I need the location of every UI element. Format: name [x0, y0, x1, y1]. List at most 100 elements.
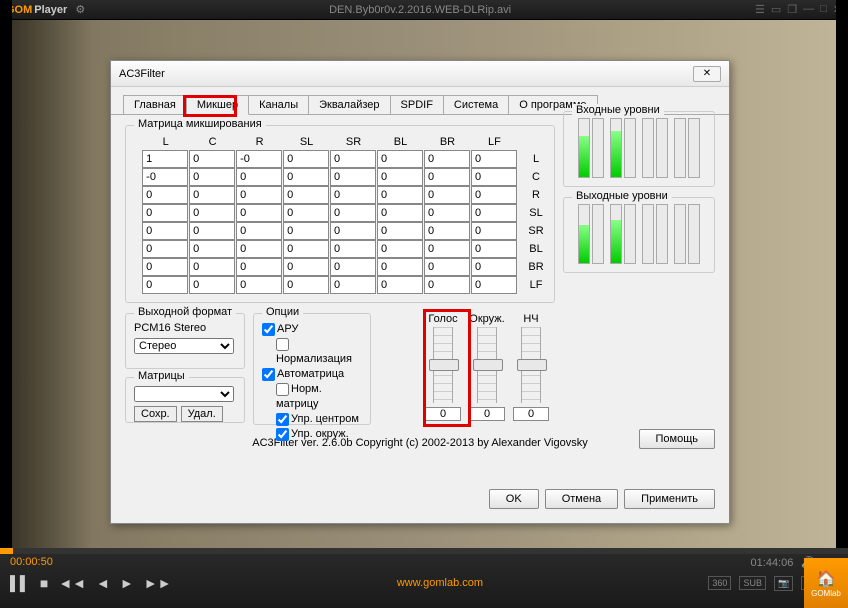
tab-spdif[interactable]: SPDIF [390, 95, 444, 114]
surround-slider[interactable] [477, 327, 497, 403]
matrix-cell-4-6[interactable] [424, 222, 470, 240]
dialog-close-button[interactable]: ✕ [693, 66, 721, 82]
prev-button[interactable]: ◄◄ [58, 575, 86, 591]
matrix-cell-4-5[interactable] [377, 222, 423, 240]
btn-screenshot[interactable]: 📷 [774, 576, 793, 591]
matrix-cell-1-7[interactable] [471, 168, 517, 186]
matrix-cell-2-3[interactable] [283, 186, 329, 204]
settings-icon[interactable]: ⚙ [75, 3, 85, 16]
matrix-cell-5-2[interactable] [236, 240, 282, 258]
matrix-cell-2-5[interactable] [377, 186, 423, 204]
matrix-cell-6-7[interactable] [471, 258, 517, 276]
matrix-preset-select[interactable] [134, 386, 234, 402]
matrix-cell-7-1[interactable] [189, 276, 235, 294]
matrix-cell-0-0[interactable] [142, 150, 188, 168]
matrix-cell-7-0[interactable] [142, 276, 188, 294]
apply-button[interactable]: Применить [624, 489, 715, 509]
matrix-cell-3-0[interactable] [142, 204, 188, 222]
opt-surround-checkbox[interactable] [276, 428, 289, 441]
voice-slider[interactable] [433, 327, 453, 403]
matrix-cell-1-1[interactable] [189, 168, 235, 186]
matrix-cell-5-5[interactable] [377, 240, 423, 258]
matrix-cell-6-5[interactable] [377, 258, 423, 276]
delete-matrix-button[interactable]: Удал. [181, 406, 223, 422]
matrix-cell-2-6[interactable] [424, 186, 470, 204]
matrix-cell-6-4[interactable] [330, 258, 376, 276]
opt-norm-matrix-checkbox[interactable] [276, 383, 289, 396]
matrix-cell-1-5[interactable] [377, 168, 423, 186]
maximize-icon[interactable]: □ [820, 3, 827, 16]
matrix-cell-1-0[interactable] [142, 168, 188, 186]
voice-value-input[interactable] [425, 407, 461, 421]
tab-channels[interactable]: Каналы [248, 95, 309, 114]
matrix-cell-0-5[interactable] [377, 150, 423, 168]
tab-eq[interactable]: Эквалайзер [308, 95, 390, 114]
matrix-cell-5-0[interactable] [142, 240, 188, 258]
matrix-cell-5-6[interactable] [424, 240, 470, 258]
matrix-cell-0-1[interactable] [189, 150, 235, 168]
opt-center-checkbox[interactable] [276, 413, 289, 426]
lfe-slider[interactable] [521, 327, 541, 403]
pause-button[interactable]: ▌▌ [10, 575, 30, 591]
matrix-cell-3-2[interactable] [236, 204, 282, 222]
forward-button[interactable]: ► [120, 575, 134, 591]
matrix-cell-3-5[interactable] [377, 204, 423, 222]
window-btn-3[interactable]: ❐ [787, 3, 797, 16]
tab-main[interactable]: Главная [123, 95, 187, 114]
matrix-cell-3-3[interactable] [283, 204, 329, 222]
matrix-cell-3-1[interactable] [189, 204, 235, 222]
matrix-cell-6-2[interactable] [236, 258, 282, 276]
matrix-cell-4-7[interactable] [471, 222, 517, 240]
btn-360[interactable]: 360 [708, 576, 731, 590]
seek-bar[interactable] [0, 548, 848, 554]
matrix-cell-0-2[interactable] [236, 150, 282, 168]
matrix-cell-2-0[interactable] [142, 186, 188, 204]
matrix-cell-7-7[interactable] [471, 276, 517, 294]
matrix-cell-0-4[interactable] [330, 150, 376, 168]
matrix-cell-6-3[interactable] [283, 258, 329, 276]
stop-button[interactable]: ■ [40, 575, 48, 591]
matrix-cell-6-0[interactable] [142, 258, 188, 276]
save-matrix-button[interactable]: Сохр. [134, 406, 177, 422]
window-btn-2[interactable]: ▭ [771, 3, 781, 16]
cancel-button[interactable]: Отмена [545, 489, 618, 509]
matrix-cell-3-4[interactable] [330, 204, 376, 222]
matrix-cell-0-7[interactable] [471, 150, 517, 168]
matrix-cell-3-7[interactable] [471, 204, 517, 222]
matrix-cell-1-3[interactable] [283, 168, 329, 186]
matrix-cell-4-1[interactable] [189, 222, 235, 240]
tab-mixer[interactable]: Микшер [186, 95, 249, 115]
btn-sub[interactable]: SUB [739, 576, 766, 590]
lfe-value-input[interactable] [513, 407, 549, 421]
matrix-cell-4-3[interactable] [283, 222, 329, 240]
matrix-cell-1-4[interactable] [330, 168, 376, 186]
matrix-cell-4-0[interactable] [142, 222, 188, 240]
matrix-cell-2-4[interactable] [330, 186, 376, 204]
matrix-cell-5-1[interactable] [189, 240, 235, 258]
matrix-cell-2-2[interactable] [236, 186, 282, 204]
matrix-cell-5-4[interactable] [330, 240, 376, 258]
next-button[interactable]: ►► [144, 575, 172, 591]
matrix-cell-7-5[interactable] [377, 276, 423, 294]
matrix-cell-0-3[interactable] [283, 150, 329, 168]
tab-system[interactable]: Система [443, 95, 509, 114]
matrix-cell-1-2[interactable] [236, 168, 282, 186]
gomlab-link[interactable]: www.gomlab.com [181, 577, 698, 589]
output-format-select[interactable]: Стерео [134, 338, 234, 354]
matrix-cell-5-7[interactable] [471, 240, 517, 258]
matrix-cell-7-6[interactable] [424, 276, 470, 294]
opt-norm-checkbox[interactable] [276, 338, 289, 351]
matrix-cell-7-4[interactable] [330, 276, 376, 294]
matrix-cell-7-2[interactable] [236, 276, 282, 294]
rewind-button[interactable]: ◄ [96, 575, 110, 591]
help-button[interactable]: Помощь [639, 429, 716, 449]
matrix-cell-4-4[interactable] [330, 222, 376, 240]
surround-value-input[interactable] [469, 407, 505, 421]
opt-agc-checkbox[interactable] [262, 323, 275, 336]
matrix-cell-4-2[interactable] [236, 222, 282, 240]
home-button[interactable]: 🏠GOMlab [804, 558, 848, 608]
matrix-cell-2-1[interactable] [189, 186, 235, 204]
matrix-cell-6-1[interactable] [189, 258, 235, 276]
matrix-cell-3-6[interactable] [424, 204, 470, 222]
matrix-cell-1-6[interactable] [424, 168, 470, 186]
